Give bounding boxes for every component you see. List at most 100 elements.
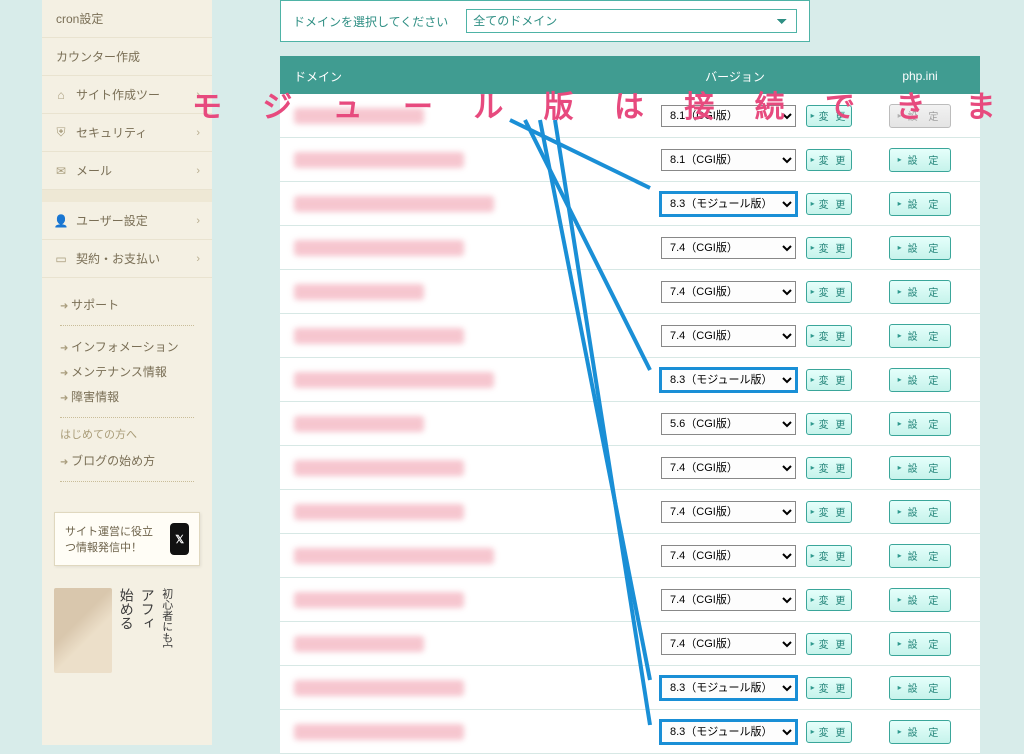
domain-cell-redacted (294, 108, 424, 124)
sidebar-link-outage[interactable]: 障害情報 (60, 384, 194, 409)
domain-cell-redacted (294, 196, 494, 212)
change-button[interactable]: 変 更 (806, 721, 852, 743)
php-version-select[interactable]: 5.6（CGI版） (661, 413, 796, 435)
version-table: ドメイン バージョン php.ini 8.1（CGI版）変 更設 定8.1（CG… (280, 56, 980, 754)
domain-cell-redacted (294, 592, 464, 608)
php-version-select[interactable]: 8.3（モジュール版） (661, 721, 796, 743)
phpini-settings-button[interactable]: 設 定 (889, 720, 951, 744)
sidebar-link-maintenance[interactable]: メンテナンス情報 (60, 359, 194, 384)
change-button[interactable]: 変 更 (806, 149, 852, 171)
change-button[interactable]: 変 更 (806, 237, 852, 259)
change-button[interactable]: 変 更 (806, 501, 852, 523)
php-version-select[interactable]: 8.3（モジュール版） (661, 369, 796, 391)
chevron-right-icon: › (196, 127, 200, 139)
main-panel: ドメインを選択してください 全てのドメイン ドメイン バージョン php.ini… (280, 0, 1004, 754)
phpini-settings-button[interactable]: 設 定 (889, 588, 951, 612)
phpini-settings-button[interactable]: 設 定 (889, 236, 951, 260)
table-row: 7.4（CGI版） 変 更 設 定 (280, 490, 980, 534)
table-row: 8.3（モジュール版） 変 更 設 定 (280, 710, 980, 754)
phpini-settings-button[interactable]: 設 定 (889, 280, 951, 304)
table-row: 8.3（モジュール版） 変 更 設 定 (280, 666, 980, 710)
php-version-select[interactable]: 8.1（CGI版） (661, 149, 796, 171)
sidebar-item-security[interactable]: ⛨ セキュリティ › (42, 114, 212, 152)
domain-cell-redacted (294, 548, 494, 564)
chevron-right-icon: › (196, 89, 200, 101)
php-version-select[interactable]: 7.4（CGI版） (661, 501, 796, 523)
sidebar-link-blog-start[interactable]: ブログの始め方 (60, 448, 194, 473)
table-row: 7.4（CGI版） 変 更 設 定 (280, 622, 980, 666)
phpini-settings-button[interactable]: 設 定 (889, 500, 951, 524)
change-button[interactable]: 変 更 (806, 413, 852, 435)
table-header: ドメイン バージョン php.ini (280, 58, 980, 94)
phpini-settings-button: 設 定 (889, 104, 951, 128)
table-row: 8.3（モジュール版） 変 更 設 定 (280, 182, 980, 226)
php-version-select[interactable]: 7.4（CGI版） (661, 325, 796, 347)
php-version-select[interactable]: 8.3（モジュール版） (661, 193, 796, 215)
change-button[interactable]: 変 更 (806, 589, 852, 611)
change-button[interactable]: 変 更 (806, 457, 852, 479)
phpini-settings-button[interactable]: 設 定 (889, 324, 951, 348)
phpini-settings-button[interactable]: 設 定 (889, 676, 951, 700)
php-version-select[interactable]: 7.4（CGI版） (661, 237, 796, 259)
sidebar-link-information[interactable]: インフォメーション (60, 334, 194, 359)
change-button[interactable]: 変 更 (806, 325, 852, 347)
domain-cell-redacted (294, 504, 464, 520)
th-domain: ドメイン (280, 68, 610, 85)
change-button[interactable]: 変 更 (806, 633, 852, 655)
creditcard-icon: ▭ (54, 252, 68, 266)
sidebar-item-counter[interactable]: カウンター作成 (42, 38, 212, 76)
domain-selector-bar: ドメインを選択してください 全てのドメイン (280, 0, 810, 42)
chevron-right-icon: › (196, 253, 200, 265)
table-row: 8.1（CGI版） 変 更 設 定 (280, 94, 980, 138)
phpini-settings-button[interactable]: 設 定 (889, 368, 951, 392)
php-version-select[interactable]: 7.4（CGI版） (661, 589, 796, 611)
sidebar-item-mail[interactable]: ✉ メール › (42, 152, 212, 190)
x-logo-icon: 𝕏 (170, 523, 189, 555)
domain-cell-redacted (294, 724, 464, 740)
th-version: バージョン (610, 68, 860, 85)
sidebar-link-support[interactable]: サポート (60, 292, 194, 317)
promo-box[interactable]: サイト運営に役立つ情報発信中！ 𝕏 (54, 512, 200, 566)
change-button[interactable]: 変 更 (806, 677, 852, 699)
domain-select[interactable]: 全てのドメイン (466, 9, 797, 33)
change-button[interactable]: 変 更 (806, 193, 852, 215)
php-version-select[interactable]: 7.4（CGI版） (661, 545, 796, 567)
domain-cell-redacted (294, 372, 494, 388)
php-version-select[interactable]: 8.1（CGI版） (661, 105, 796, 127)
sidebar-item-billing[interactable]: ▭ 契約・お支払い › (42, 240, 212, 278)
sidebar-support: サポート インフォメーション メンテナンス情報 障害情報 はじめての方へ ブログ… (42, 278, 212, 498)
php-version-select[interactable]: 7.4（CGI版） (661, 281, 796, 303)
phpini-settings-button[interactable]: 設 定 (889, 412, 951, 436)
chevron-right-icon: › (196, 165, 200, 177)
phpini-settings-button[interactable]: 設 定 (889, 544, 951, 568)
php-version-select[interactable]: 7.4（CGI版） (661, 633, 796, 655)
php-version-select[interactable]: 8.3（モジュール版） (661, 677, 796, 699)
php-version-select[interactable]: 7.4（CGI版） (661, 457, 796, 479)
user-icon: 👤 (54, 214, 68, 228)
phpini-settings-button[interactable]: 設 定 (889, 632, 951, 656)
table-row: 7.4（CGI版） 変 更 設 定 (280, 314, 980, 358)
table-row: 7.4（CGI版） 変 更 設 定 (280, 534, 980, 578)
sidebar-item-sitebuilder[interactable]: ⌂ サイト作成ツー › (42, 76, 212, 114)
ad-text: 始める アフィ 初心者にも宀 (118, 588, 173, 728)
promo-text: サイト運営に役立つ情報発信中！ (65, 523, 160, 555)
sidebar: cron設定 カウンター作成 ⌂ サイト作成ツー › ⛨ セキュリティ › ✉ … (42, 0, 212, 745)
phpini-settings-button[interactable]: 設 定 (889, 456, 951, 480)
change-button[interactable]: 変 更 (806, 545, 852, 567)
table-row: 7.4（CGI版） 変 更 設 定 (280, 578, 980, 622)
monitor-icon: ⌂ (54, 88, 68, 102)
mail-icon: ✉ (54, 164, 68, 178)
phpini-settings-button[interactable]: 設 定 (889, 192, 951, 216)
sidebar-ad[interactable]: 始める アフィ 初心者にも宀 (54, 588, 200, 728)
chevron-right-icon: › (196, 215, 200, 227)
sidebar-item-cron[interactable]: cron設定 (42, 0, 212, 38)
ad-image (54, 588, 112, 673)
domain-cell-redacted (294, 636, 424, 652)
domain-cell-redacted (294, 460, 464, 476)
change-button[interactable]: 変 更 (806, 369, 852, 391)
th-phpini: php.ini (860, 69, 980, 83)
change-button[interactable]: 変 更 (806, 281, 852, 303)
change-button[interactable]: 変 更 (806, 105, 852, 127)
sidebar-item-user-settings[interactable]: 👤 ユーザー設定 › (42, 202, 212, 240)
phpini-settings-button[interactable]: 設 定 (889, 148, 951, 172)
